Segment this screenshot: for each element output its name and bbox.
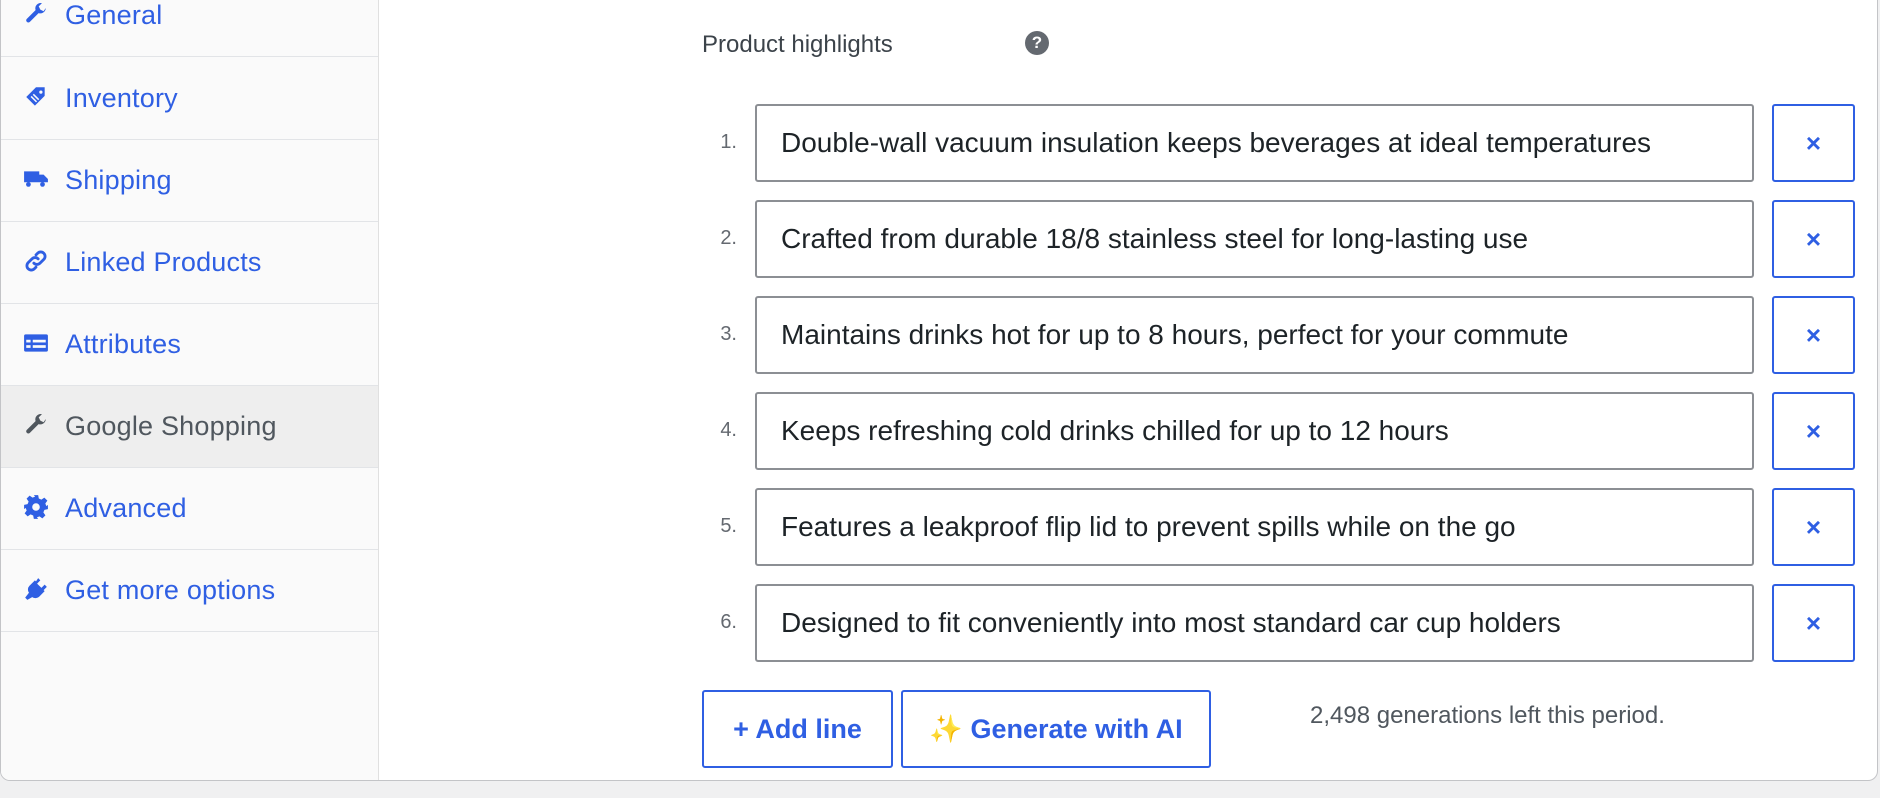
gear-icon: [23, 494, 49, 520]
tab-label: Get more options: [65, 575, 276, 605]
remove-line-button[interactable]: ×: [1772, 392, 1855, 470]
product-data-panel: General Inventory Shipping Linked Produc…: [0, 0, 1878, 781]
tab-label: Advanced: [65, 493, 187, 523]
tab-shipping[interactable]: Shipping: [1, 140, 378, 222]
field-label: Product highlights: [702, 31, 893, 58]
tab-label: General: [65, 0, 163, 30]
tab-label: Inventory: [65, 83, 178, 113]
remove-line-button[interactable]: ×: [1772, 104, 1855, 182]
truck-icon: [23, 166, 49, 192]
highlight-input-5[interactable]: [755, 488, 1754, 566]
link-icon: [23, 248, 49, 274]
help-icon[interactable]: ?: [1025, 31, 1049, 55]
wrench-icon: [23, 412, 49, 438]
highlight-input-1[interactable]: [755, 104, 1754, 182]
remove-line-button[interactable]: ×: [1772, 488, 1855, 566]
tag-icon: [23, 84, 49, 110]
tab-label: Shipping: [65, 165, 172, 195]
remove-line-button[interactable]: ×: [1772, 584, 1855, 662]
tab-label: Linked Products: [65, 247, 262, 277]
generate-with-ai-button[interactable]: ✨ Generate with AI: [901, 690, 1211, 768]
list-card-icon: [23, 330, 49, 356]
line-number: 4.: [720, 419, 737, 441]
product-data-tabs: General Inventory Shipping Linked Produc…: [1, 0, 379, 780]
tab-general[interactable]: General: [1, 0, 378, 57]
line-number: 5.: [720, 515, 737, 537]
tab-get-more-options[interactable]: Get more options: [1, 550, 378, 632]
tab-linked-products[interactable]: Linked Products: [1, 222, 378, 304]
highlight-input-3[interactable]: [755, 296, 1754, 374]
add-line-button[interactable]: + Add line: [702, 690, 893, 768]
tab-label: Google Shopping: [65, 411, 277, 441]
highlight-input-4[interactable]: [755, 392, 1754, 470]
remove-line-button[interactable]: ×: [1772, 200, 1855, 278]
tab-attributes[interactable]: Attributes: [1, 304, 378, 386]
remove-line-button[interactable]: ×: [1772, 296, 1855, 374]
generations-quota-text: 2,498 generations left this period.: [1310, 702, 1665, 729]
tab-google-shopping[interactable]: Google Shopping: [1, 386, 378, 468]
tab-inventory[interactable]: Inventory: [1, 58, 378, 140]
highlight-input-2[interactable]: [755, 200, 1754, 278]
highlight-input-6[interactable]: [755, 584, 1754, 662]
wrench-icon: [23, 1, 49, 27]
tab-advanced[interactable]: Advanced: [1, 468, 378, 550]
plug-icon: [23, 576, 49, 602]
line-number: 1.: [720, 131, 737, 153]
line-number: 2.: [720, 227, 737, 249]
line-number: 3.: [720, 323, 737, 345]
tab-label: Attributes: [65, 329, 182, 359]
line-number: 6.: [720, 611, 737, 633]
